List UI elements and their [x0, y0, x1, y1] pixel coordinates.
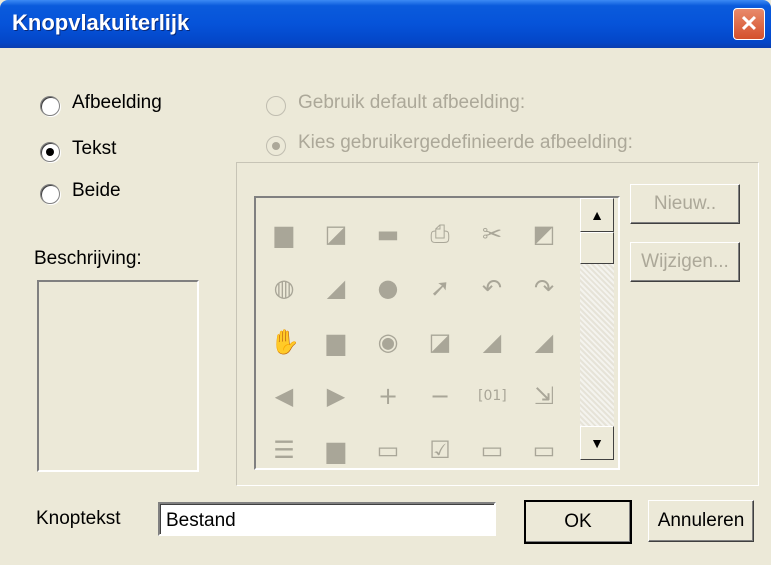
- arrow-right-circle-icon[interactable]: ▶: [322, 382, 350, 410]
- print-icon[interactable]: ⎙: [426, 220, 454, 248]
- radio-tekst-label[interactable]: Tekst: [72, 138, 116, 160]
- radio-custom-image[interactable]: [266, 136, 286, 156]
- cancel-button[interactable]: Annuleren: [648, 500, 754, 542]
- radio-default-image[interactable]: [266, 96, 286, 116]
- paste-icon[interactable]: ◩: [530, 220, 558, 248]
- title-bar[interactable]: Knopvlakuiterlijk ✕: [0, 0, 771, 48]
- close-icon: ✕: [739, 11, 759, 36]
- checkbox-icon[interactable]: ☑: [426, 436, 454, 464]
- save-icon[interactable]: ▬: [374, 220, 402, 248]
- arrow-up-icon: ▲: [590, 207, 604, 223]
- note-icon[interactable]: ◢: [322, 274, 350, 302]
- image-icon[interactable]: ◢: [478, 328, 506, 356]
- plus-icon[interactable]: +: [374, 382, 402, 410]
- radio-beide-label[interactable]: Beide: [72, 180, 121, 202]
- folder-open-icon[interactable]: ◪: [322, 220, 350, 248]
- minus-icon[interactable]: −: [426, 382, 454, 410]
- folder-icon[interactable]: ◪: [426, 328, 454, 356]
- radio-beide[interactable]: [40, 184, 60, 204]
- arrow-left-circle-icon[interactable]: ◀: [270, 382, 298, 410]
- hand-icon[interactable]: ✋: [270, 328, 300, 356]
- clipboard-icon[interactable]: ◍: [270, 274, 298, 302]
- radio-custom-image-label[interactable]: Kies gebruikergedefinieerde afbeelding:: [298, 132, 633, 154]
- binary-icon[interactable]: [01]: [478, 382, 507, 410]
- icon-grid-scrollbar[interactable]: ▲ ▼: [580, 198, 614, 460]
- undo-icon[interactable]: ↶: [478, 274, 506, 302]
- window-icon[interactable]: ▭: [374, 436, 402, 464]
- scroll-thumb[interactable]: [580, 232, 614, 264]
- page-icon[interactable]: ▆: [322, 436, 350, 464]
- scroll-down-button[interactable]: ▼: [580, 426, 614, 460]
- description-label: Beschrijving:: [34, 248, 142, 269]
- redo-icon[interactable]: ↷: [530, 274, 558, 302]
- description-field[interactable]: [37, 280, 199, 472]
- list-icon[interactable]: ☰: [270, 436, 298, 464]
- scroll-up-button[interactable]: ▲: [580, 198, 614, 232]
- radio-afbeelding[interactable]: [40, 96, 60, 116]
- radio-tekst[interactable]: [40, 142, 60, 162]
- window-title: Knopvlakuiterlijk: [12, 10, 190, 35]
- close-button[interactable]: ✕: [733, 8, 765, 40]
- circle-icon[interactable]: ●: [374, 274, 402, 302]
- button-text-label: Knoptekst: [36, 508, 121, 529]
- icon-grid[interactable]: ▆ ◪ ▬ ⎙ ✂ ◩ ◍ ◢ ● ➚ ↶ ↷ ✋ ▆ ◉ ◪ ◢ ◢ ◀ ▶ + − [01] ⇲ ☰ ▆ ▭ ☑ ▭ ▭: [254, 196, 620, 470]
- page-icon[interactable]: ▆: [270, 220, 298, 248]
- image-icon[interactable]: ◢: [530, 328, 558, 356]
- scissors-icon[interactable]: ✂: [478, 220, 506, 248]
- export-icon[interactable]: ⇲: [530, 382, 558, 410]
- page-icon[interactable]: ▆: [322, 328, 350, 356]
- edit-button[interactable]: Wijzigen...: [630, 242, 740, 282]
- arrow-down-icon: ▼: [590, 435, 604, 451]
- radio-afbeelding-label[interactable]: Afbeelding: [72, 92, 162, 114]
- new-button[interactable]: Nieuw..: [630, 184, 740, 224]
- window-icon[interactable]: ▭: [478, 436, 506, 464]
- window-icon[interactable]: ▭: [530, 436, 558, 464]
- button-text-input[interactable]: Bestand: [158, 502, 496, 536]
- ok-button[interactable]: OK: [524, 500, 632, 544]
- radio-default-image-label[interactable]: Gebruik default afbeelding:: [298, 92, 525, 114]
- compass-icon[interactable]: ◉: [374, 328, 402, 356]
- help-pointer-icon[interactable]: ➚: [426, 274, 454, 302]
